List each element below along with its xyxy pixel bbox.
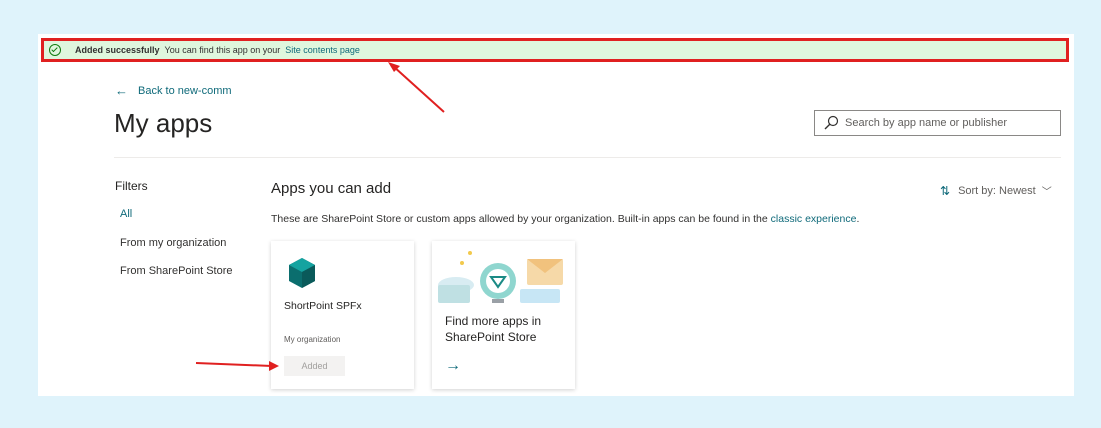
annotation-arrow-banner (392, 65, 445, 113)
annotation-arrow-added (195, 362, 273, 367)
annotation-arrows (195, 62, 445, 371)
annotation-arrowhead-added (269, 361, 279, 371)
